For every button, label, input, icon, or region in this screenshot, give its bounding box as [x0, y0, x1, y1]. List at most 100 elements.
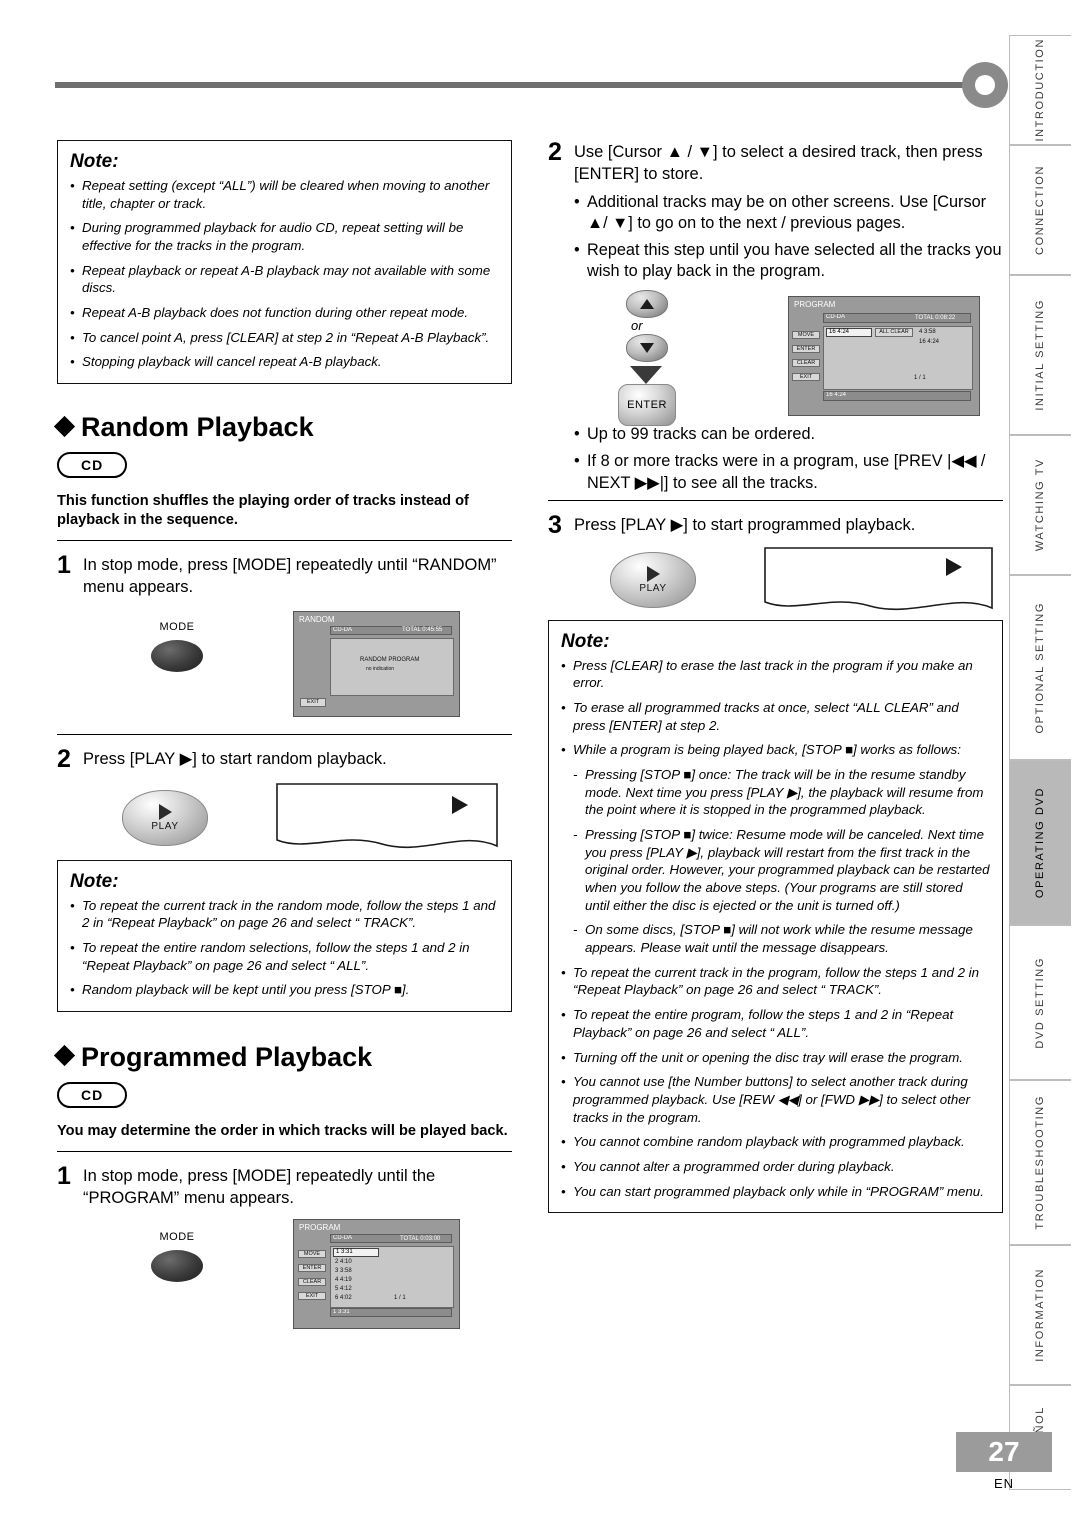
tab-label: OPTIONAL SETTING — [1034, 601, 1046, 734]
enter-button[interactable]: ENTER — [618, 384, 676, 427]
screen-selected-track[interactable]: 1 3:31 — [333, 1248, 379, 1258]
section-heading-programmed: Programmed Playback — [53, 1042, 512, 1073]
tab-label: TROUBLESHOOTING — [1034, 1095, 1046, 1230]
note-list: To repeat the current track in the rando… — [70, 897, 499, 999]
step-number: 1 — [57, 1161, 71, 1190]
step2-bullets: Additional tracks may be on other screen… — [574, 192, 1003, 283]
flow-arrow-down-icon — [630, 366, 662, 385]
screen-chip-move[interactable]: MOVE — [298, 1250, 326, 1259]
header-circle-icon — [962, 62, 1008, 108]
screen-bottom-label: 16 4:24 — [826, 392, 847, 399]
random-step-1: 1 In stop mode, press [MODE] repeatedly … — [57, 552, 512, 599]
screen-track-row: 3 3:58 — [335, 1268, 352, 1275]
step-text: Press [PLAY ▶] to start programmed playb… — [574, 515, 916, 534]
step-bullet: If 8 or more tracks were in a program, u… — [574, 451, 1003, 493]
sidebar-item-optional-setting[interactable]: OPTIONAL SETTING — [1009, 575, 1071, 760]
random-illustration: MODE RANDOM CD-DA TOTAL 0:45:55 RANDOM P… — [57, 607, 512, 732]
note-item: Repeat A-B playback does not function du… — [70, 304, 499, 322]
note-item: While a program is being played back, [S… — [561, 741, 990, 759]
note-box-repeat: Note: Repeat setting (except “ALL”) will… — [57, 140, 512, 385]
screen-chip-clear[interactable]: CLEAR — [298, 1278, 326, 1287]
page-number: 27 — [988, 1436, 1020, 1467]
note-box-programmed: Note: Press [CLEAR] to erase the last tr… — [548, 619, 1003, 1214]
screen-title: PROGRAM — [299, 1223, 341, 1233]
random-playback-section: Random Playback CD This function shuffle… — [53, 412, 512, 1012]
screen-bottom-label: 1 3:31 — [333, 1309, 350, 1316]
screen-selected-track[interactable]: 16 4:24 — [826, 328, 872, 338]
screen-chip-enter[interactable]: ENTER — [298, 1264, 326, 1273]
screen-chip-clear[interactable]: CLEAR — [792, 359, 820, 368]
screen-allclear-chip[interactable]: ALL CLEAR — [875, 328, 913, 338]
section-heading-random: Random Playback — [53, 412, 512, 443]
tab-label: DVD SETTING — [1034, 956, 1046, 1049]
mode-button-group[interactable]: MODE — [137, 1231, 217, 1287]
cursor-down[interactable] — [626, 334, 668, 363]
divider — [57, 1150, 512, 1152]
play-button[interactable]: PLAY — [610, 551, 696, 608]
programmed-lead-text: You may determine the order in which tra… — [57, 1122, 508, 1139]
sidebar-item-troubleshooting[interactable]: TROUBLESHOOTING — [1009, 1080, 1071, 1245]
screen-chip-exit[interactable]: EXIT — [298, 1292, 326, 1301]
programmed-step-1: 1 In stop mode, press [MODE] repeatedly … — [57, 1161, 512, 1210]
play-button-label: PLAY — [639, 582, 667, 594]
note-item: You cannot alter a programmed order duri… — [561, 1158, 990, 1176]
cursor-down-button[interactable] — [626, 334, 668, 363]
divider — [57, 539, 512, 541]
programmed-illustration: MODE PROGRAM CD-DA TOTAL 0:03:00 1 3:31 … — [57, 1217, 512, 1337]
sidebar-item-operating-dvd[interactable]: OPERATING DVD — [1009, 760, 1071, 925]
mode-button-group[interactable]: MODE — [137, 621, 217, 677]
divider — [57, 733, 512, 735]
screen-chip-enter[interactable]: ENTER — [792, 345, 820, 354]
sidebar-item-dvd-setting[interactable]: DVD SETTING — [1009, 925, 1071, 1080]
sidebar-item-initial-setting[interactable]: INITIAL SETTING — [1009, 275, 1071, 435]
screen-track-row: 16 4:24 — [919, 339, 940, 346]
screen-track-row: 2 4:10 — [335, 1259, 352, 1266]
mode-button[interactable] — [151, 1250, 203, 1283]
note-item: To cancel point A, press [CLEAR] at step… — [70, 329, 499, 347]
manual-page: INTRODUCTION CONNECTION INITIAL SETTING … — [0, 0, 1080, 1526]
sidebar-item-watching-tv[interactable]: WATCHING TV — [1009, 435, 1071, 575]
screen-chip-move[interactable]: MOVE — [792, 331, 820, 340]
sidebar-item-information[interactable]: INFORMATION — [1009, 1245, 1071, 1385]
programmed-step-3: 3 Press [PLAY ▶] to start programmed pla… — [548, 512, 1003, 538]
screen-chip-exit[interactable]: EXIT — [792, 373, 820, 382]
cursor-up[interactable] — [626, 290, 668, 319]
side-tab-strip: INTRODUCTION CONNECTION INITIAL SETTING … — [1009, 35, 1071, 1490]
screen-track-row: 6 4:02 — [335, 1295, 352, 1302]
diamond-bullet-icon — [53, 1045, 76, 1067]
step-bullet: Up to 99 tracks can be ordered. — [574, 424, 1003, 445]
screen-total-label: TOTAL 0:08:22 — [915, 315, 956, 322]
mode-button-label: MODE — [159, 620, 195, 633]
right-column: 2 Use [Cursor ▲ / ▼] to select a desired… — [548, 140, 1003, 1214]
screen-disc-label: CD-DA — [333, 626, 352, 633]
screen-disc-label: CD-DA — [333, 1235, 352, 1242]
page-language-code: EN — [993, 1476, 1015, 1491]
screen-total-label: TOTAL 0:45:55 — [402, 627, 443, 634]
random-menu-screen: RANDOM CD-DA TOTAL 0:45:55 RANDOM PROGRA… — [293, 610, 460, 717]
page-number-box: 27 — [956, 1432, 1052, 1472]
play-button[interactable]: PLAY — [122, 789, 208, 846]
sidebar-item-connection[interactable]: CONNECTION — [1009, 145, 1071, 275]
tab-label: INTRODUCTION — [1034, 38, 1046, 142]
note-list: Repeat setting (except “ALL”) will be cl… — [70, 177, 499, 371]
screen-exit-chip[interactable]: EXIT — [300, 697, 326, 707]
note-item: You cannot combine random playback with … — [561, 1133, 990, 1151]
step-text: In stop mode, press [MODE] repeatedly un… — [83, 1166, 436, 1207]
program-menu-screen: PROGRAM CD-DA TOTAL 0:03:00 1 3:31 2 4:1… — [293, 1219, 460, 1330]
tab-label: OPERATING DVD — [1034, 786, 1046, 899]
note-subitem: Pressing [STOP ■] twice: Resume mode wil… — [561, 826, 990, 914]
cursor-up-button[interactable] — [626, 290, 668, 319]
tab-label: WATCHING TV — [1034, 458, 1046, 552]
note-box-random: Note: To repeat the current track in the… — [57, 859, 512, 1012]
programmed-playback-section: Programmed Playback CD You may determine… — [53, 1042, 512, 1338]
mode-button[interactable] — [151, 639, 203, 672]
note-item: To repeat the entire program, follow the… — [561, 1006, 990, 1041]
note-item: To repeat the current track in the progr… — [561, 964, 990, 999]
mode-button-label: MODE — [159, 1231, 195, 1244]
note-item: To repeat the entire random selections, … — [70, 939, 499, 974]
sidebar-item-introduction[interactable]: INTRODUCTION — [1009, 35, 1071, 145]
screen-frame-graphic — [276, 782, 498, 848]
step-text: Use [Cursor ▲ / ▼] to select a desired t… — [574, 143, 983, 183]
screen-disc-label: CD-DA — [826, 314, 845, 321]
tab-label: INITIAL SETTING — [1034, 299, 1046, 411]
